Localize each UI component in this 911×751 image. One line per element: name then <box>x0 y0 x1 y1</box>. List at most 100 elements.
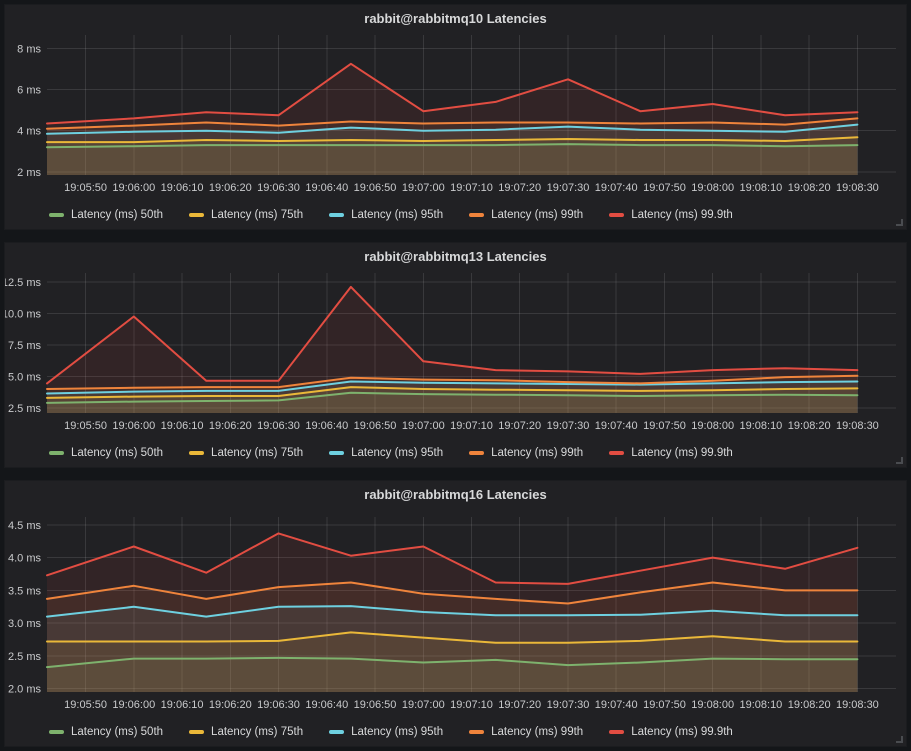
svg-text:19:06:20: 19:06:20 <box>209 420 252 432</box>
legend-label: Latency (ms) 95th <box>351 209 443 221</box>
panel-resize-handle-icon[interactable] <box>896 219 903 226</box>
legend-item-95th[interactable]: Latency (ms) 95th <box>329 726 443 738</box>
svg-text:19:07:10: 19:07:10 <box>450 699 493 711</box>
svg-text:19:07:30: 19:07:30 <box>547 699 590 711</box>
svg-text:19:06:50: 19:06:50 <box>354 699 397 711</box>
legend-item-75th[interactable]: Latency (ms) 75th <box>189 726 303 738</box>
chart-legend: Latency (ms) 50th Latency (ms) 75th Late… <box>5 718 906 746</box>
svg-text:19:07:10: 19:07:10 <box>450 420 493 432</box>
legend-item-99th[interactable]: Latency (ms) 99th <box>469 447 583 459</box>
legend-label: Latency (ms) 99.9th <box>631 209 733 221</box>
legend-label: Latency (ms) 75th <box>211 447 303 459</box>
svg-text:19:06:20: 19:06:20 <box>209 182 252 194</box>
svg-text:19:06:10: 19:06:10 <box>161 699 204 711</box>
legend-label: Latency (ms) 99th <box>491 726 583 738</box>
legend-item-50th[interactable]: Latency (ms) 50th <box>49 209 163 221</box>
legend-item-99th[interactable]: Latency (ms) 99th <box>469 209 583 221</box>
svg-text:19:06:30: 19:06:30 <box>257 182 300 194</box>
series-color-marker <box>329 213 344 217</box>
svg-text:19:07:10: 19:07:10 <box>450 182 493 194</box>
legend-label: Latency (ms) 75th <box>211 726 303 738</box>
svg-text:19:08:20: 19:08:20 <box>788 420 831 432</box>
panel-title-rabbitmq10[interactable]: rabbit@rabbitmq10 Latencies <box>5 5 906 31</box>
latency-chart-rabbitmq10[interactable]: 2 ms4 ms6 ms8 ms19:05:5019:06:0019:06:10… <box>5 31 908 201</box>
series-color-marker <box>189 451 204 455</box>
series-color-marker <box>609 730 624 734</box>
panel-title-rabbitmq13[interactable]: rabbit@rabbitmq13 Latencies <box>5 243 906 269</box>
svg-text:10.0 ms: 10.0 ms <box>5 308 41 320</box>
svg-text:12.5 ms: 12.5 ms <box>5 277 41 289</box>
svg-text:19:08:10: 19:08:10 <box>739 420 782 432</box>
legend-item-999th[interactable]: Latency (ms) 99.9th <box>609 447 733 459</box>
svg-text:19:05:50: 19:05:50 <box>64 699 107 711</box>
panel-resize-handle-icon[interactable] <box>896 736 903 743</box>
svg-text:19:07:20: 19:07:20 <box>498 420 541 432</box>
legend-label: Latency (ms) 50th <box>71 726 163 738</box>
legend-item-999th[interactable]: Latency (ms) 99.9th <box>609 726 733 738</box>
legend-label: Latency (ms) 95th <box>351 447 443 459</box>
svg-text:5.0 ms: 5.0 ms <box>8 371 42 383</box>
svg-text:19:08:30: 19:08:30 <box>836 182 879 194</box>
panel-title-rabbitmq16[interactable]: rabbit@rabbitmq16 Latencies <box>5 481 906 507</box>
svg-text:3.0 ms: 3.0 ms <box>8 618 42 630</box>
legend-label: Latency (ms) 95th <box>351 726 443 738</box>
chart-legend: Latency (ms) 50th Latency (ms) 75th Late… <box>5 439 906 467</box>
series-color-marker <box>49 213 64 217</box>
panel-rabbitmq13: rabbit@rabbitmq13 Latencies 2.5 ms 5.0 ms… <box>4 242 907 468</box>
panel-resize-handle-icon[interactable] <box>896 457 903 464</box>
svg-text:19:07:50: 19:07:50 <box>643 420 686 432</box>
series-color-marker <box>469 730 484 734</box>
svg-text:19:05:50: 19:05:50 <box>64 420 107 432</box>
svg-text:19:07:30: 19:07:30 <box>547 182 590 194</box>
svg-text:7.5 ms: 7.5 ms <box>8 340 42 352</box>
legend-label: Latency (ms) 99th <box>491 447 583 459</box>
svg-text:19:08:00: 19:08:00 <box>691 182 734 194</box>
series-color-marker <box>609 213 624 217</box>
svg-text:19:06:30: 19:06:30 <box>257 420 300 432</box>
svg-text:2.0 ms: 2.0 ms <box>8 684 42 696</box>
legend-item-999th[interactable]: Latency (ms) 99.9th <box>609 209 733 221</box>
series-color-marker <box>329 730 344 734</box>
legend-item-75th[interactable]: Latency (ms) 75th <box>189 209 303 221</box>
chart-legend: Latency (ms) 50th Latency (ms) 75th Late… <box>5 201 906 229</box>
series-color-marker <box>189 730 204 734</box>
latency-chart-rabbitmq13[interactable]: 2.5 ms 5.0 ms 7.5 ms 10.0 ms 12.5 ms 19:05:50… <box>5 269 908 439</box>
svg-text:19:08:10: 19:08:10 <box>739 699 782 711</box>
svg-text:19:07:40: 19:07:40 <box>595 182 638 194</box>
series-color-marker <box>49 730 64 734</box>
svg-text:19:08:30: 19:08:30 <box>836 420 879 432</box>
legend-label: Latency (ms) 75th <box>211 209 303 221</box>
svg-text:2.5 ms: 2.5 ms <box>8 403 42 415</box>
legend-label: Latency (ms) 50th <box>71 209 163 221</box>
svg-text:19:06:40: 19:06:40 <box>305 699 348 711</box>
svg-text:19:06:50: 19:06:50 <box>354 420 397 432</box>
legend-item-50th[interactable]: Latency (ms) 50th <box>49 447 163 459</box>
svg-text:19:07:00: 19:07:00 <box>402 420 445 432</box>
svg-text:19:06:00: 19:06:00 <box>112 182 155 194</box>
legend-item-95th[interactable]: Latency (ms) 95th <box>329 447 443 459</box>
svg-text:19:07:20: 19:07:20 <box>498 182 541 194</box>
svg-text:8 ms: 8 ms <box>17 43 41 55</box>
latency-chart-rabbitmq16[interactable]: 2.0 ms2.5 ms3.0 ms3.5 ms4.0 ms4.5 ms19:0… <box>5 507 908 718</box>
legend-item-75th[interactable]: Latency (ms) 75th <box>189 447 303 459</box>
svg-text:4.5 ms: 4.5 ms <box>8 520 42 532</box>
legend-label: Latency (ms) 50th <box>71 447 163 459</box>
svg-text:3.5 ms: 3.5 ms <box>8 585 42 597</box>
series-color-marker <box>329 451 344 455</box>
panel-rabbitmq16: rabbit@rabbitmq16 Latencies 2.0 ms2.5 ms… <box>4 480 907 747</box>
svg-text:19:07:00: 19:07:00 <box>402 182 445 194</box>
svg-text:19:07:00: 19:07:00 <box>402 699 445 711</box>
series-color-marker <box>609 451 624 455</box>
svg-text:19:06:50: 19:06:50 <box>354 182 397 194</box>
svg-text:19:08:00: 19:08:00 <box>691 420 734 432</box>
legend-label: Latency (ms) 99.9th <box>631 447 733 459</box>
svg-text:19:08:20: 19:08:20 <box>788 699 831 711</box>
svg-text:2 ms: 2 ms <box>17 167 41 179</box>
svg-text:19:08:00: 19:08:00 <box>691 699 734 711</box>
svg-text:19:08:30: 19:08:30 <box>836 699 879 711</box>
legend-item-95th[interactable]: Latency (ms) 95th <box>329 209 443 221</box>
legend-item-50th[interactable]: Latency (ms) 50th <box>49 726 163 738</box>
legend-item-99th[interactable]: Latency (ms) 99th <box>469 726 583 738</box>
svg-text:4.0 ms: 4.0 ms <box>8 553 42 565</box>
svg-text:19:06:40: 19:06:40 <box>305 420 348 432</box>
